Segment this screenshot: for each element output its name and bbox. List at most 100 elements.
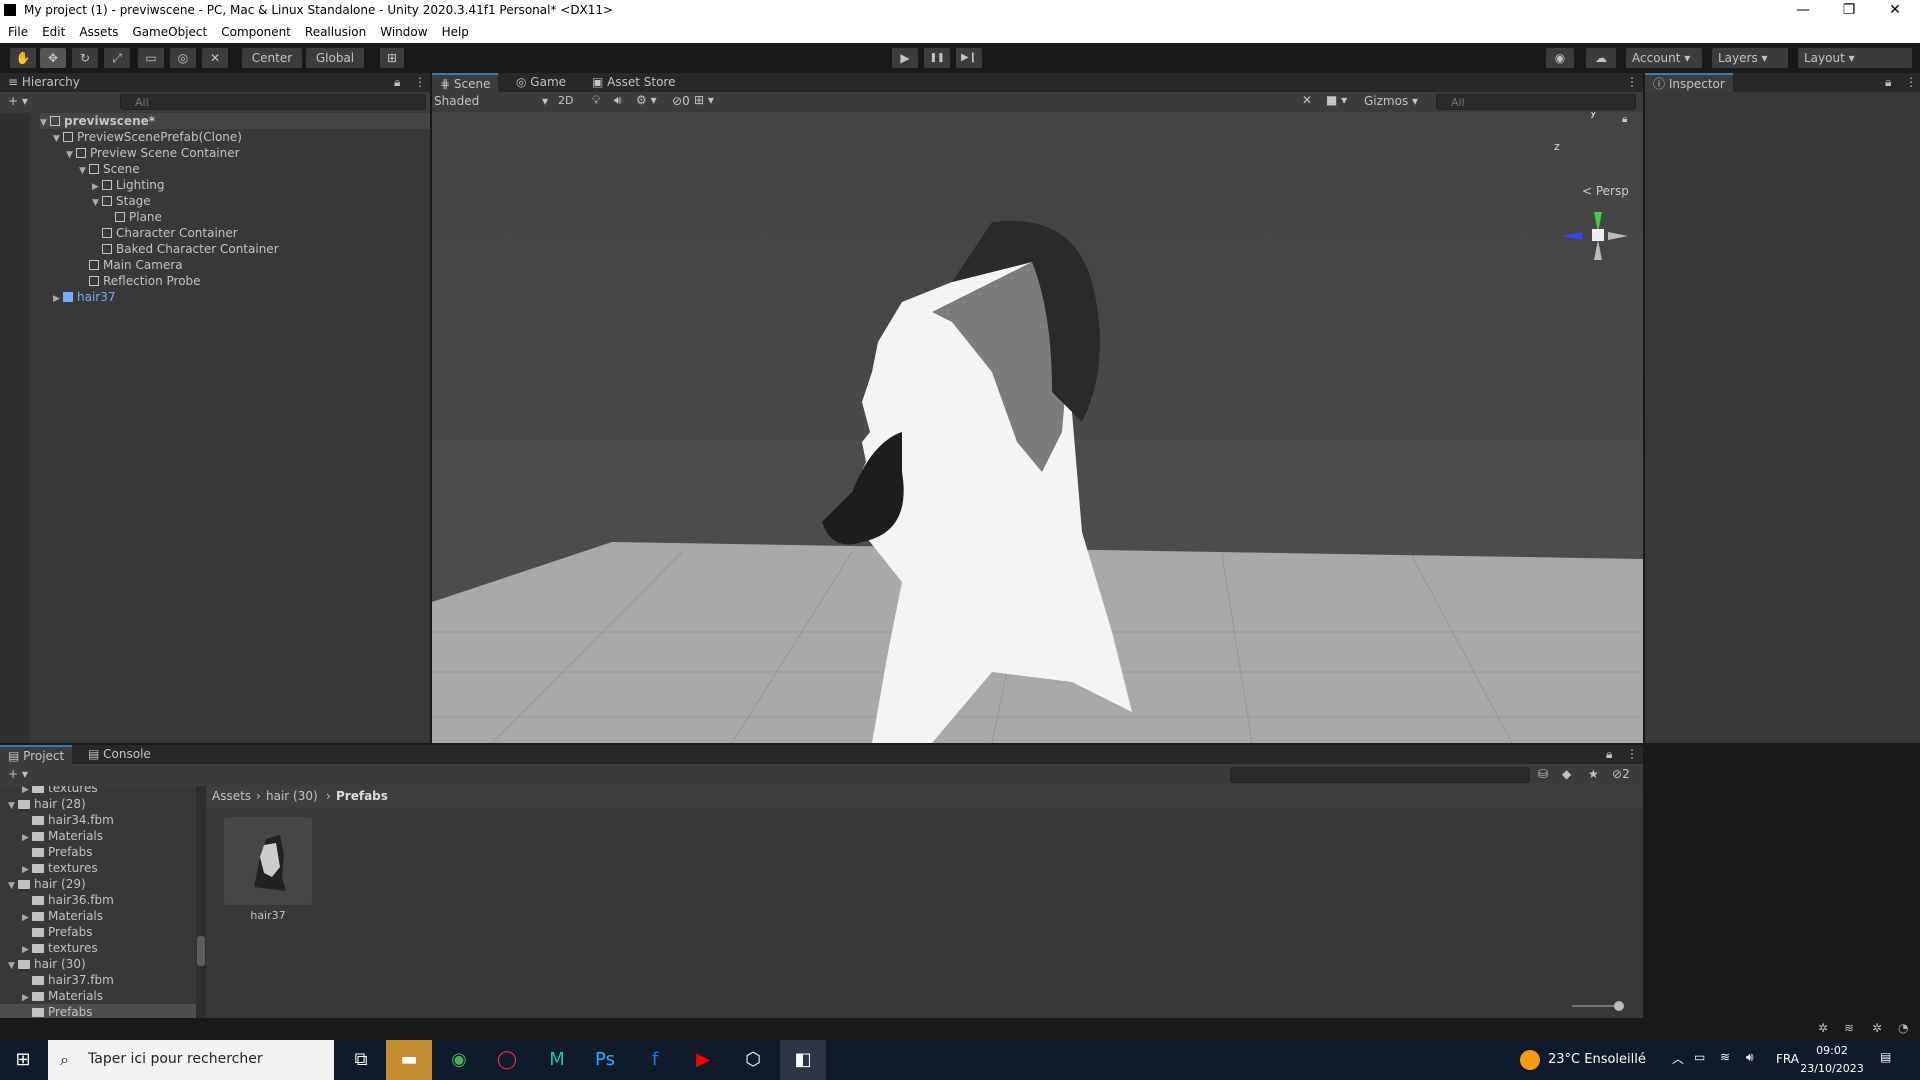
m-app-icon[interactable]: M xyxy=(534,1040,580,1080)
rotate-tool-icon[interactable]: ↻ xyxy=(72,48,98,68)
hierarchy-item[interactable]: ▼ Scene xyxy=(79,161,140,177)
tab-game[interactable]: ◎ Game xyxy=(508,73,574,92)
expand-arrow-icon[interactable]: ▶ xyxy=(53,291,63,307)
inspector-lock-icon[interactable]: 🔒︎ xyxy=(1885,75,1891,90)
hierarchy-item[interactable]: ▼ Stage xyxy=(92,193,151,209)
close-button[interactable]: ✕ xyxy=(1872,0,1918,22)
menu-gameobject[interactable]: GameObject xyxy=(124,22,213,39)
weather-text[interactable]: 23°C Ensoleillé xyxy=(1548,1052,1646,1067)
menu-file[interactable]: File xyxy=(0,22,34,39)
toggle-2d-button[interactable]: 2D xyxy=(558,94,580,107)
breadcrumb-assets[interactable]: Assets xyxy=(212,789,251,803)
hierarchy-item[interactable]: Character Container xyxy=(92,225,238,241)
taskbar-search-box[interactable]: ⌕ Taper ici pour rechercher xyxy=(48,1040,334,1080)
more-icon[interactable]: ⋮ xyxy=(414,75,426,89)
project-tree-item[interactable]: hair36.fbm xyxy=(0,892,196,908)
scene-viewport[interactable]: y z < Persp 🔒︎ xyxy=(432,112,1643,743)
hierarchy-item[interactable]: Plane xyxy=(105,209,162,225)
tools-icon[interactable]: ✕ xyxy=(1302,93,1312,107)
hierarchy-item[interactable]: Baked Character Container xyxy=(92,241,279,257)
hierarchy-item[interactable]: Main Camera xyxy=(79,257,183,273)
project-tree-item[interactable]: ▼ hair (29) xyxy=(0,876,196,892)
clock-date[interactable]: 23/10/2023 xyxy=(1800,1062,1864,1075)
camera-icon[interactable]: ■ ▾ xyxy=(1326,93,1347,107)
menu-window[interactable]: Window xyxy=(372,22,433,39)
scene-search-input[interactable] xyxy=(1436,94,1636,110)
project-tree-item[interactable]: ▶ Materials xyxy=(0,828,196,844)
scale-tool-icon[interactable]: ⤢ xyxy=(104,48,130,68)
project-add-button[interactable]: + ▾ xyxy=(8,767,28,781)
zoom-slider-handle[interactable] xyxy=(1614,1001,1624,1011)
expand-arrow-icon[interactable]: ▼ xyxy=(40,115,50,131)
persp-label[interactable]: < Persp xyxy=(1582,184,1629,198)
account-dropdown[interactable]: Account ▾ xyxy=(1626,48,1702,68)
scene-more-icon[interactable]: ⋮ xyxy=(1626,75,1638,89)
unity-editor-icon[interactable]: ◧ xyxy=(780,1040,826,1080)
tab-scene[interactable]: ⋕ Scene xyxy=(432,73,499,92)
expand-arrow-icon[interactable]: ▼ xyxy=(79,163,89,179)
hand-tool-icon[interactable]: ✋ xyxy=(10,48,36,68)
project-tree-item[interactable]: ▶ Materials xyxy=(0,908,196,924)
project-tree-item[interactable]: ▶ textures xyxy=(0,786,196,796)
project-tree-item[interactable]: Prefabs xyxy=(0,1004,196,1018)
project-tree-item[interactable]: ▼ hair (28) xyxy=(0,796,196,812)
menu-help[interactable]: Help xyxy=(434,22,475,39)
rect-tool-icon[interactable]: ▭ xyxy=(138,48,164,68)
menu-edit[interactable]: Edit xyxy=(34,22,71,39)
filter-type-icon[interactable]: ⛁ xyxy=(1538,767,1548,781)
expand-arrow-icon[interactable]: ▼ xyxy=(92,195,102,211)
tab-project[interactable]: ▤ Project xyxy=(0,745,73,764)
effects-toggle-icon[interactable]: ⚙ ▾ xyxy=(636,93,657,107)
project-lock-icon[interactable]: 🔒︎ xyxy=(1606,747,1612,762)
gizmos-dropdown[interactable]: Gizmos ▾ xyxy=(1364,94,1418,108)
windows-start-icon[interactable]: ⊞ xyxy=(0,1040,46,1080)
layers-icon[interactable]: ≋ xyxy=(1844,1021,1854,1035)
project-tree-item[interactable]: ▶ textures xyxy=(0,860,196,876)
notification-icon[interactable]: ▤ xyxy=(1880,1050,1891,1064)
minimize-button[interactable]: — xyxy=(1780,0,1826,22)
tab-asset-store[interactable]: ▣ Asset Store xyxy=(584,73,684,92)
clock-time[interactable]: 09:02 xyxy=(1804,1044,1860,1057)
project-tree-item[interactable]: hair37.fbm xyxy=(0,972,196,988)
hierarchy-item[interactable]: ▼ Preview Scene Container xyxy=(66,145,240,161)
project-more-icon[interactable]: ⋮ xyxy=(1626,747,1638,761)
layers-dropdown[interactable]: Layers ▾ xyxy=(1712,48,1788,68)
maximize-button[interactable]: ❐ xyxy=(1826,0,1872,22)
asset-tile[interactable]: hair37 xyxy=(224,817,314,927)
hierarchy-item[interactable]: Reflection Probe xyxy=(79,273,201,289)
hierarchy-item[interactable]: ▼ PreviewScenePrefab(Clone) xyxy=(53,129,242,145)
tree-scroll-thumb[interactable] xyxy=(197,936,205,966)
favorite-icon[interactable]: ★ xyxy=(1588,767,1599,781)
tree-scrollbar[interactable] xyxy=(196,786,206,1018)
tab-console[interactable]: ▤ Console xyxy=(80,745,159,764)
lock-icon[interactable]: 🔒︎ xyxy=(394,75,400,90)
project-tree-item[interactable]: ▼ hair (30) xyxy=(0,956,196,972)
grid-snap-icon[interactable]: ⊞ xyxy=(380,48,404,68)
add-button[interactable]: + ▾ xyxy=(8,94,28,108)
tray-chevron-icon[interactable]: ︿ xyxy=(1672,1050,1684,1067)
breadcrumb-hair30[interactable]: hair (30) xyxy=(266,789,318,803)
menu-assets[interactable]: Assets xyxy=(71,22,124,39)
menu-reallusion[interactable]: Reallusion xyxy=(297,22,372,39)
youtube-icon[interactable]: ▶ xyxy=(680,1040,726,1080)
pause-button[interactable]: ❚❚ xyxy=(924,48,950,68)
move-tool-icon[interactable]: ✥ xyxy=(40,48,66,68)
project-tree-item[interactable]: Prefabs xyxy=(0,924,196,940)
gizmo-lock-icon[interactable]: 🔒︎ xyxy=(1622,114,1627,125)
pivot-global-button[interactable]: Global xyxy=(306,48,364,68)
hierarchy-scene-row[interactable]: ▼ previwscene* xyxy=(40,113,430,129)
hidden-objects-toggle[interactable]: ⊘0 xyxy=(672,94,690,108)
grid-toggle-icon[interactable]: ⊞ ▾ xyxy=(694,93,714,107)
project-tree-item[interactable]: ▶ textures xyxy=(0,940,196,956)
hidden-packages-toggle[interactable]: ⊘2 xyxy=(1612,767,1630,781)
file-explorer-icon[interactable]: ▬ xyxy=(386,1040,432,1080)
breadcrumb-prefabs[interactable]: Prefabs xyxy=(336,789,388,803)
hierarchy-search-input[interactable] xyxy=(120,94,426,110)
audio-toggle-icon[interactable]: 🔊︎ xyxy=(614,93,622,108)
filter-label-icon[interactable]: ◆ xyxy=(1562,767,1571,781)
wifi-icon[interactable]: ≋ xyxy=(1720,1050,1730,1064)
layout-dropdown[interactable]: Layout ▾ xyxy=(1798,48,1912,68)
bug-icon[interactable]: ✲ xyxy=(1818,1021,1828,1035)
task-view-icon[interactable]: ⧉ xyxy=(338,1040,384,1080)
project-search-input[interactable] xyxy=(1230,767,1530,783)
